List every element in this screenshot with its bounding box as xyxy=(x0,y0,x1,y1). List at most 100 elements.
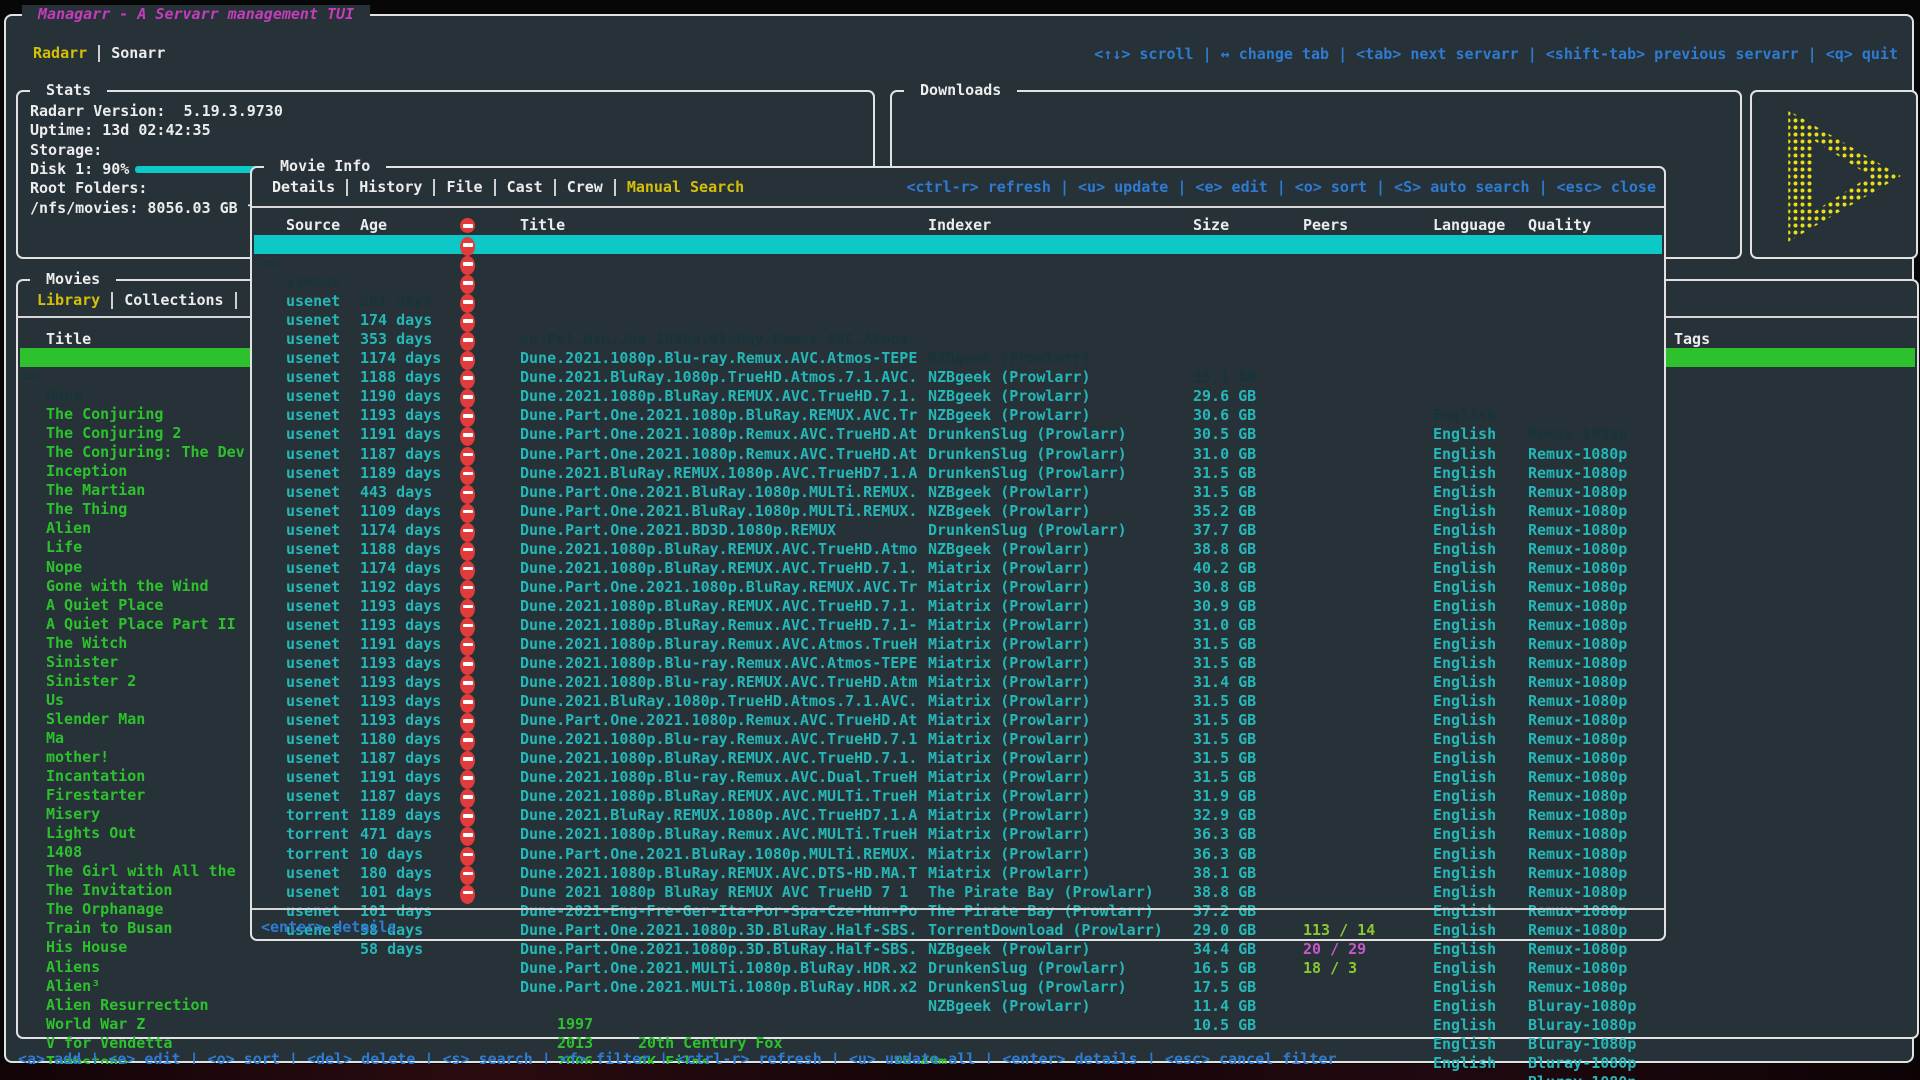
search-result-row[interactable]: usenet 174 days Dune.2021.1080p.Blu-ray.… xyxy=(254,254,1662,273)
release-language: English xyxy=(1433,1054,1496,1073)
movie-info-tab[interactable]: Manual Search xyxy=(616,178,755,196)
release-indexer: NZBgeek (Prowlarr) xyxy=(928,997,1091,1016)
release-quality: Bluray-1080p xyxy=(1528,1035,1636,1054)
release-size: 34.4 GB xyxy=(1193,940,1256,959)
radarr-version: Radarr Version: 5.19.3.9730 xyxy=(30,102,283,121)
movie-info-tab-label[interactable]: Details xyxy=(261,178,346,196)
movie-info-tab-label[interactable]: File xyxy=(435,178,493,196)
app-title: Managarr - A Servarr management TUI xyxy=(22,5,370,23)
release-language: English xyxy=(1433,1016,1496,1035)
movies-tab[interactable]: Library xyxy=(26,291,113,309)
modal-tabs-separator xyxy=(252,206,1664,208)
search-result-row[interactable]: usenet 1193 days Dune.2021.1080p.BluRay.… xyxy=(254,654,1662,673)
search-result-row[interactable]: usenet 1174 days Dune.2021.1080p.BluRay.… xyxy=(254,292,1662,311)
search-result-row[interactable]: => usenet 201 days un.Pol.Hin.Jpn.1080p.… xyxy=(254,235,1662,254)
search-result-row[interactable]: usenet 1180 days Dune.2021.1080p.Blu-ray… xyxy=(254,673,1662,692)
movie-info-tab[interactable]: History xyxy=(348,178,435,196)
search-result-row[interactable]: usenet 443 days Dune.Part.One.2021.BD3D.… xyxy=(254,425,1662,444)
release-quality: Remux-1080p xyxy=(1528,959,1627,978)
servarr-tab[interactable]: Radarr xyxy=(22,44,100,62)
movie-info-tab-label[interactable]: Cast xyxy=(496,178,554,196)
search-result-row[interactable]: usenet 1191 days Dune.2021.1080p.Blu-ray… xyxy=(254,578,1662,597)
release-quality: Bluray-1080p xyxy=(1528,997,1636,1016)
terminal-window: Managarr - A Servarr management TUI Rada… xyxy=(4,14,1914,1063)
release-title: Dune.Part.One.2021.1080p.3D.BluRay.Half-… xyxy=(520,921,917,940)
movie-info-tab-label[interactable]: Crew xyxy=(556,178,614,196)
release-language: English xyxy=(1433,940,1496,959)
modal-footer-separator xyxy=(252,908,1664,910)
header-quality[interactable]: Quality xyxy=(1528,216,1591,235)
search-result-row[interactable]: usenet 1193 days Dune.Part.One.2021.1080… xyxy=(254,616,1662,635)
search-result-row[interactable]: usenet 101 days Dune.Part.One.2021.1080p… xyxy=(254,845,1662,864)
servarr-tab-label[interactable]: Radarr xyxy=(22,44,98,62)
search-result-row[interactable]: usenet 1189 days Dune.Part.One.2021.BluR… xyxy=(254,406,1662,425)
search-result-row[interactable]: usenet 1187 days Dune.2021.1080p.BluRay.… xyxy=(254,692,1662,711)
movies-tab-label[interactable]: Collections xyxy=(113,291,234,309)
search-result-row[interactable]: usenet 1193 days Dune.2021.1080p.Blu-ray… xyxy=(254,559,1662,578)
movie-studio: Virtual Studios xyxy=(638,1072,773,1080)
release-indexer: NZBgeek (Prowlarr) xyxy=(928,940,1091,959)
search-result-row[interactable]: usenet 1109 days Dune.2021.1080p.BluRay.… xyxy=(254,445,1662,464)
release-language: English xyxy=(1433,997,1496,1016)
search-result-row[interactable]: usenet 1191 days Dune.2021.BluRay.REMUX.… xyxy=(254,711,1662,730)
movie-info-modal-title: Movie Info xyxy=(264,157,386,175)
search-result-row[interactable]: usenet 1192 days Dune.2021.1080p.BluRay.… xyxy=(254,521,1662,540)
header-age[interactable]: Age xyxy=(360,216,387,235)
header-source[interactable]: Source xyxy=(286,216,340,235)
release-quality: Remux-1080p xyxy=(1528,921,1627,940)
header-indexer[interactable]: Indexer xyxy=(928,216,991,235)
header-title[interactable]: Title xyxy=(520,216,565,235)
movies-tab[interactable]: Collections xyxy=(113,291,236,309)
search-result-row[interactable]: usenet 58 days Dune.Part.One.2021.MULTi.… xyxy=(254,864,1662,883)
movie-certification: R xyxy=(1011,1072,1020,1080)
movie-info-tab[interactable]: Crew xyxy=(556,178,616,196)
search-result-row[interactable]: usenet 1190 days Dune.Part.One.2021.1080… xyxy=(254,330,1662,349)
search-result-row[interactable]: torrent 10 days Dune 2021 1080p BluRay R… xyxy=(254,787,1662,806)
movie-info-tab[interactable]: Details xyxy=(261,178,348,196)
header-peers[interactable]: Peers xyxy=(1303,216,1348,235)
search-result-row[interactable]: usenet 101 days Dune.Part.One.2021.1080p… xyxy=(254,825,1662,844)
search-result-row[interactable]: usenet 1187 days Dune.Part.One.2021.BluR… xyxy=(254,387,1662,406)
release-peers: 18 / 3 xyxy=(1303,959,1357,978)
search-result-row[interactable]: usenet 1193 days Dune.2021.1080p.Bluray.… xyxy=(254,540,1662,559)
search-result-row[interactable]: usenet 1188 days Dune.Part.One.2021.1080… xyxy=(254,483,1662,502)
search-result-row[interactable]: usenet 353 days Dune.2021.BluRay.1080p.T… xyxy=(254,273,1662,292)
search-result-row[interactable]: usenet 58 days Dune.Part.One.2021.MULTi.… xyxy=(254,883,1662,902)
search-result-row[interactable]: usenet 1189 days Dune.Part.One.2021.BluR… xyxy=(254,749,1662,768)
release-peers: 20 / 29 xyxy=(1303,940,1366,959)
search-result-row[interactable]: usenet 1174 days Dune.2021.1080p.BluRay.… xyxy=(254,464,1662,483)
servarr-tab[interactable]: Sonarr xyxy=(100,44,176,62)
release-language: English xyxy=(1433,902,1496,921)
search-result-row[interactable]: usenet 1188 days Dune.Part.One.2021.1080… xyxy=(254,311,1662,330)
movie-info-tab[interactable]: File xyxy=(435,178,495,196)
movie-info-tab[interactable]: Cast xyxy=(496,178,556,196)
release-size: 29.0 GB xyxy=(1193,921,1256,940)
search-results-table: => usenet 201 days un.Pol.Hin.Jpn.1080p.… xyxy=(254,235,1662,902)
release-indexer: DrunkenSlug (Prowlarr) xyxy=(928,978,1127,997)
release-quality: Bluray-1080p xyxy=(1528,1054,1636,1073)
search-result-row[interactable]: usenet 1193 days Dune.Part.One.2021.1080… xyxy=(254,349,1662,368)
search-result-row[interactable]: usenet 1193 days Dune.2021.BluRay.1080p.… xyxy=(254,597,1662,616)
header-size[interactable]: Size xyxy=(1193,216,1229,235)
header-rejected-icon xyxy=(460,218,475,233)
release-size: 16.5 GB xyxy=(1193,959,1256,978)
movies-tab-label[interactable]: Library xyxy=(26,291,111,309)
release-size: 10.5 GB xyxy=(1193,1016,1256,1035)
release-quality: Remux-1080p xyxy=(1528,978,1627,997)
uptime: Uptime: 13d 02:42:35 xyxy=(30,121,211,140)
search-result-row[interactable]: usenet 1193 days Dune.2021.1080p.Blu-ray… xyxy=(254,635,1662,654)
movie-info-tab-label[interactable]: Manual Search xyxy=(616,178,755,196)
search-result-row[interactable]: torrent 180 days Dune-2021-Eng-Fre-Ger-I… xyxy=(254,806,1662,825)
search-result-row[interactable]: usenet 1191 days Dune.2021.BluRay.REMUX.… xyxy=(254,368,1662,387)
release-age: 58 days xyxy=(360,940,423,959)
search-result-row[interactable]: usenet 1174 days Dune.2021.1080p.BluRay.… xyxy=(254,502,1662,521)
movie-info-tab-label[interactable]: History xyxy=(348,178,433,196)
release-language: English xyxy=(1433,921,1496,940)
search-result-row[interactable]: torrent 471 days Dune.2021.1080p.BluRay.… xyxy=(254,768,1662,787)
release-size: 11.4 GB xyxy=(1193,997,1256,1016)
search-result-row[interactable]: usenet 1187 days Dune.2021.1080p.BluRay.… xyxy=(254,730,1662,749)
servarr-tab-label[interactable]: Sonarr xyxy=(100,44,176,62)
release-title: Dune.Part.One.2021.MULTi.1080p.BluRay.HD… xyxy=(520,978,917,997)
header-language[interactable]: Language xyxy=(1433,216,1505,235)
movie-info-modal: Movie Info Details History File Cast xyxy=(250,166,1666,941)
